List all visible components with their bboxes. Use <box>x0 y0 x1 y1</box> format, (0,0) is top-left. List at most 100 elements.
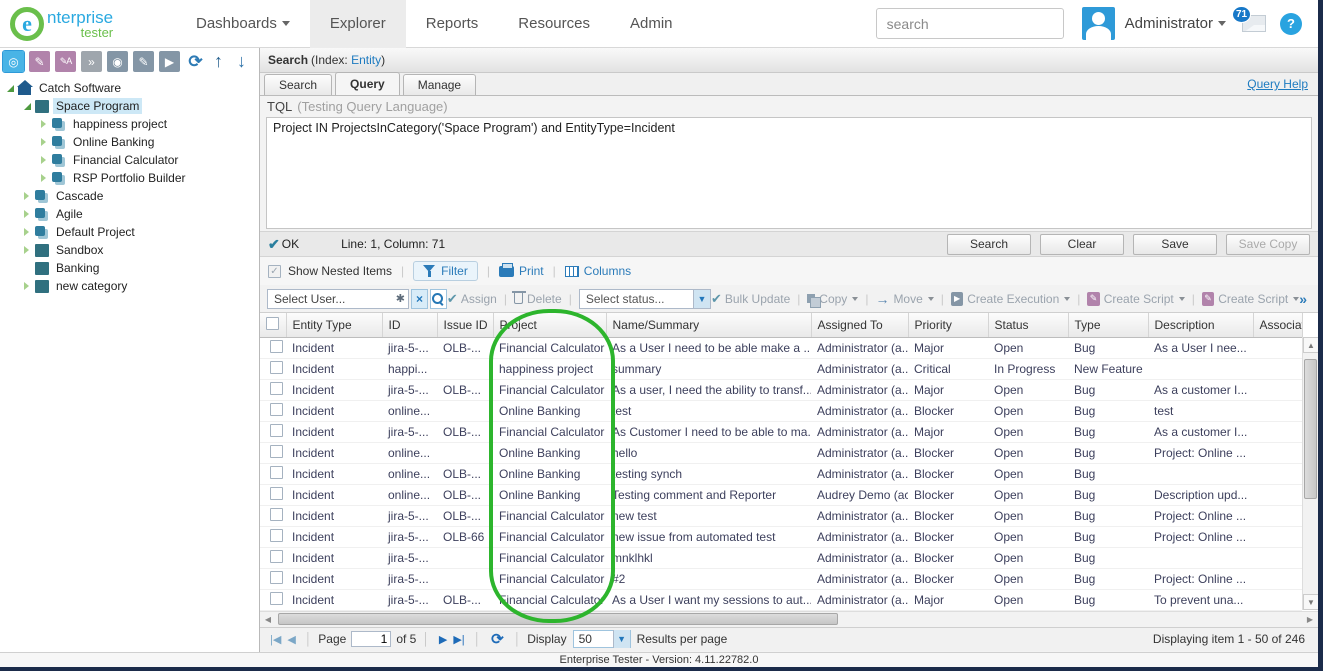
row-checkbox[interactable] <box>270 550 283 563</box>
copy-button[interactable]: Copy <box>819 292 847 306</box>
table-row[interactable]: Incidenthappi...happiness projectsummary… <box>260 358 1302 379</box>
select-tool-icon[interactable]: ◎ <box>3 51 24 72</box>
entity-index-link[interactable]: Entity <box>351 53 381 67</box>
row-checkbox[interactable] <box>270 340 283 353</box>
row-checkbox[interactable] <box>270 466 283 479</box>
horizontal-scrollbar-thumb[interactable] <box>278 613 838 625</box>
tree-item-cascade[interactable]: Cascade <box>0 187 259 205</box>
table-row[interactable]: Incidentonline...Online BankingtestAdmin… <box>260 400 1302 421</box>
column-header-assigned-to[interactable]: Assigned To <box>811 313 908 337</box>
tree-expander-icon[interactable] <box>21 226 33 238</box>
tab-search[interactable]: Search <box>264 74 332 95</box>
column-header-type[interactable]: Type <box>1068 313 1148 337</box>
row-checkbox[interactable] <box>270 571 283 584</box>
tab-manage[interactable]: Manage <box>403 74 476 95</box>
move-down-tool-icon[interactable]: ↓ <box>231 51 252 72</box>
tree-item-banking[interactable]: Banking <box>0 259 259 277</box>
horizontal-scrollbar[interactable]: ◀ ▶ <box>260 611 1318 627</box>
next-page-button[interactable]: ▶ <box>439 633 447 646</box>
delete-button[interactable]: Delete <box>527 292 562 306</box>
scroll-right-arrow[interactable]: ▶ <box>1302 612 1318 627</box>
global-search-input[interactable] <box>876 8 1064 39</box>
table-row[interactable]: Incidentjira-5-...OLB-...Financial Calcu… <box>260 589 1302 610</box>
clear-user-button[interactable]: × <box>411 289 428 309</box>
tree-item-space-program[interactable]: Space Program <box>0 97 259 115</box>
tree-expander-icon[interactable] <box>38 172 50 184</box>
select-user-input[interactable] <box>267 289 409 309</box>
tree-expander-icon[interactable] <box>21 208 33 220</box>
table-row[interactable]: Incidentjira-5-...Financial Calculatormn… <box>260 547 1302 568</box>
table-row[interactable]: Incidentjira-5-...OLB-...Financial Calcu… <box>260 379 1302 400</box>
tree-item-default-project[interactable]: Default Project <box>0 223 259 241</box>
toolbar-overflow-button[interactable]: » <box>1299 291 1307 307</box>
select-status-dropdown[interactable]: Select status... ▼ <box>579 289 711 309</box>
search-button[interactable]: Search <box>947 234 1031 255</box>
nav-item-reports[interactable]: Reports <box>406 0 499 48</box>
tree-item-rsp-portfolio-builder[interactable]: RSP Portfolio Builder <box>0 169 259 187</box>
save-button[interactable]: Save <box>1133 234 1217 255</box>
nav-item-resources[interactable]: Resources <box>498 0 610 48</box>
help-button[interactable]: ? <box>1280 13 1302 35</box>
user-name[interactable]: Administrator <box>1125 15 1213 32</box>
create-script-button-2[interactable]: Create Script <box>1218 292 1288 306</box>
column-header-project[interactable]: Project <box>493 313 606 337</box>
move-button[interactable]: Move <box>893 292 922 306</box>
assign-button[interactable]: Assign <box>461 292 497 306</box>
nav-item-admin[interactable]: Admin <box>610 0 693 48</box>
row-checkbox[interactable] <box>270 592 283 605</box>
row-checkbox[interactable] <box>270 361 283 374</box>
search-user-button[interactable] <box>430 289 447 309</box>
table-row[interactable]: Incidentonline...OLB-...Online BankingTe… <box>260 484 1302 505</box>
page-size-dropdown[interactable]: 50 ▼ <box>573 630 631 648</box>
row-checkbox[interactable] <box>270 487 283 500</box>
column-header-entity-type[interactable]: Entity Type <box>286 313 382 337</box>
tree-expander-icon[interactable] <box>4 82 16 94</box>
select-all-checkbox[interactable] <box>266 317 279 330</box>
columns-button[interactable]: Columns <box>565 264 631 278</box>
tree-expander-icon[interactable] <box>21 190 33 202</box>
tree-expander-icon[interactable] <box>38 118 50 130</box>
tree-item-happiness-project[interactable]: happiness project <box>0 115 259 133</box>
table-row[interactable]: Incidentjira-5-...Financial Calculator#2… <box>260 568 1302 589</box>
table-row[interactable]: Incidentonline...Online BankinghelloAdmi… <box>260 442 1302 463</box>
column-header-issue-id[interactable]: Issue ID <box>437 313 493 337</box>
query-help-link[interactable]: Query Help <box>1247 77 1308 91</box>
nav-item-dashboards[interactable]: Dashboards <box>176 0 310 48</box>
tree-item-new-category[interactable]: new category <box>0 277 259 295</box>
tree-expander-icon[interactable] <box>21 244 33 256</box>
refresh-results-button[interactable]: ⟳ <box>491 630 504 648</box>
row-checkbox[interactable] <box>270 445 283 458</box>
create-script-button-1[interactable]: Create Script <box>1104 292 1174 306</box>
previous-page-button[interactable]: ◀ <box>287 633 295 646</box>
clear-button[interactable]: Clear <box>1040 234 1124 255</box>
edit-tool-icon[interactable]: ✎ <box>29 51 50 72</box>
page-number-input[interactable] <box>351 631 391 647</box>
tree-item-catch-software[interactable]: Catch Software <box>0 79 259 97</box>
print-button[interactable]: Print <box>499 264 544 278</box>
scroll-left-arrow[interactable]: ◀ <box>260 612 276 627</box>
tree-item-online-banking[interactable]: Online Banking <box>0 133 259 151</box>
notifications-button[interactable]: 71 <box>1242 15 1266 32</box>
vertical-scrollbar[interactable]: ▲ ▼ <box>1302 337 1318 610</box>
table-row[interactable]: Incidentonline...OLB-...Online Bankingte… <box>260 463 1302 484</box>
tree-expander-icon[interactable] <box>21 100 33 112</box>
tree-item-financial-calculator[interactable]: Financial Calculator <box>0 151 259 169</box>
row-checkbox[interactable] <box>270 382 283 395</box>
record-tool-icon[interactable]: ◉ <box>107 51 128 72</box>
vertical-scrollbar-thumb[interactable] <box>1304 359 1317 499</box>
column-header-priority[interactable]: Priority <box>908 313 988 337</box>
row-checkbox[interactable] <box>270 403 283 416</box>
script-tool-icon[interactable]: ✎ <box>133 51 154 72</box>
tab-query[interactable]: Query <box>335 72 400 95</box>
create-execution-button[interactable]: Create Execution <box>967 292 1059 306</box>
table-row[interactable]: Incidentjira-5-...OLB-...Financial Calcu… <box>260 337 1302 358</box>
first-page-button[interactable]: |◀ <box>270 633 281 646</box>
column-header-description[interactable]: Description <box>1148 313 1253 337</box>
show-nested-checkbox[interactable]: ✓ <box>268 265 281 278</box>
fast-forward-tool-icon[interactable]: » <box>81 51 102 72</box>
row-checkbox[interactable] <box>270 529 283 542</box>
table-row[interactable]: Incidentjira-5-...OLB-66Financial Calcul… <box>260 526 1302 547</box>
column-header-id[interactable]: ID <box>382 313 437 337</box>
tree-item-agile[interactable]: Agile <box>0 205 259 223</box>
column-header-associated-s[interactable]: Associated S <box>1253 313 1302 337</box>
